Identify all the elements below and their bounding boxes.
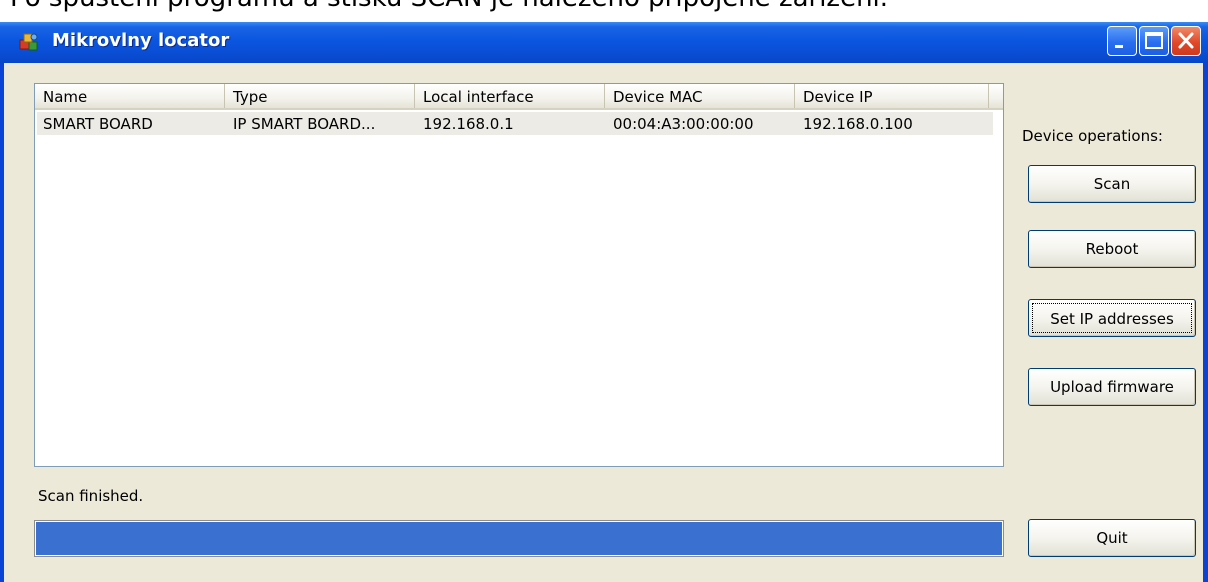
minimize-icon <box>1115 45 1123 48</box>
set-ip-addresses-label: Set IP addresses <box>1032 303 1192 333</box>
column-header-device-mac[interactable]: Device MAC <box>605 84 795 108</box>
cell-name: SMART BOARD <box>43 115 153 133</box>
progress-bar <box>34 520 1004 557</box>
maximize-icon <box>1145 32 1163 49</box>
column-header-local-interface[interactable]: Local interface <box>415 84 605 108</box>
upload-firmware-button[interactable]: Upload firmware <box>1028 368 1196 406</box>
column-header-device-ip[interactable]: Device IP <box>795 84 989 108</box>
column-header-name[interactable]: Name <box>35 84 225 108</box>
minimize-button[interactable] <box>1107 26 1137 56</box>
close-button[interactable] <box>1171 26 1201 56</box>
maximize-button[interactable] <box>1139 26 1169 56</box>
cell-device-mac: 00:04:A3:00:00:00 <box>613 115 754 133</box>
reboot-button[interactable]: Reboot <box>1028 230 1196 268</box>
caption-text: Po spuštění programu a stisku SCAN je na… <box>10 0 888 13</box>
column-header-type[interactable]: Type <box>225 84 415 108</box>
set-ip-addresses-button[interactable]: Set IP addresses <box>1028 299 1196 337</box>
progress-fill <box>36 522 1002 555</box>
cell-device-ip: 192.168.0.100 <box>803 115 913 133</box>
device-operations-label: Device operations: <box>1022 127 1163 145</box>
window-title: Mikrovlny locator <box>52 30 230 51</box>
quit-button[interactable]: Quit <box>1028 519 1196 557</box>
cell-local-interface: 192.168.0.1 <box>423 115 514 133</box>
cell-type: IP SMART BOARD... <box>233 115 376 133</box>
close-icon <box>1178 32 1194 49</box>
client-area: Name Type Local interface Device MAC Dev… <box>4 63 1203 582</box>
device-list[interactable]: Name Type Local interface Device MAC Dev… <box>34 83 1004 467</box>
caption-strip: Po spuštění programu a stisku SCAN je na… <box>0 0 1208 22</box>
app-window: Mikrovlny locator Name Type Local interf… <box>0 22 1208 582</box>
status-text: Scan finished. <box>38 487 144 505</box>
scan-button[interactable]: Scan <box>1028 165 1196 203</box>
table-row[interactable]: SMART BOARD IP SMART BOARD... 192.168.0.… <box>37 112 993 135</box>
list-header: Name Type Local interface Device MAC Dev… <box>35 84 1003 110</box>
app-icon <box>19 33 38 51</box>
title-bar[interactable]: Mikrovlny locator <box>0 22 1208 63</box>
